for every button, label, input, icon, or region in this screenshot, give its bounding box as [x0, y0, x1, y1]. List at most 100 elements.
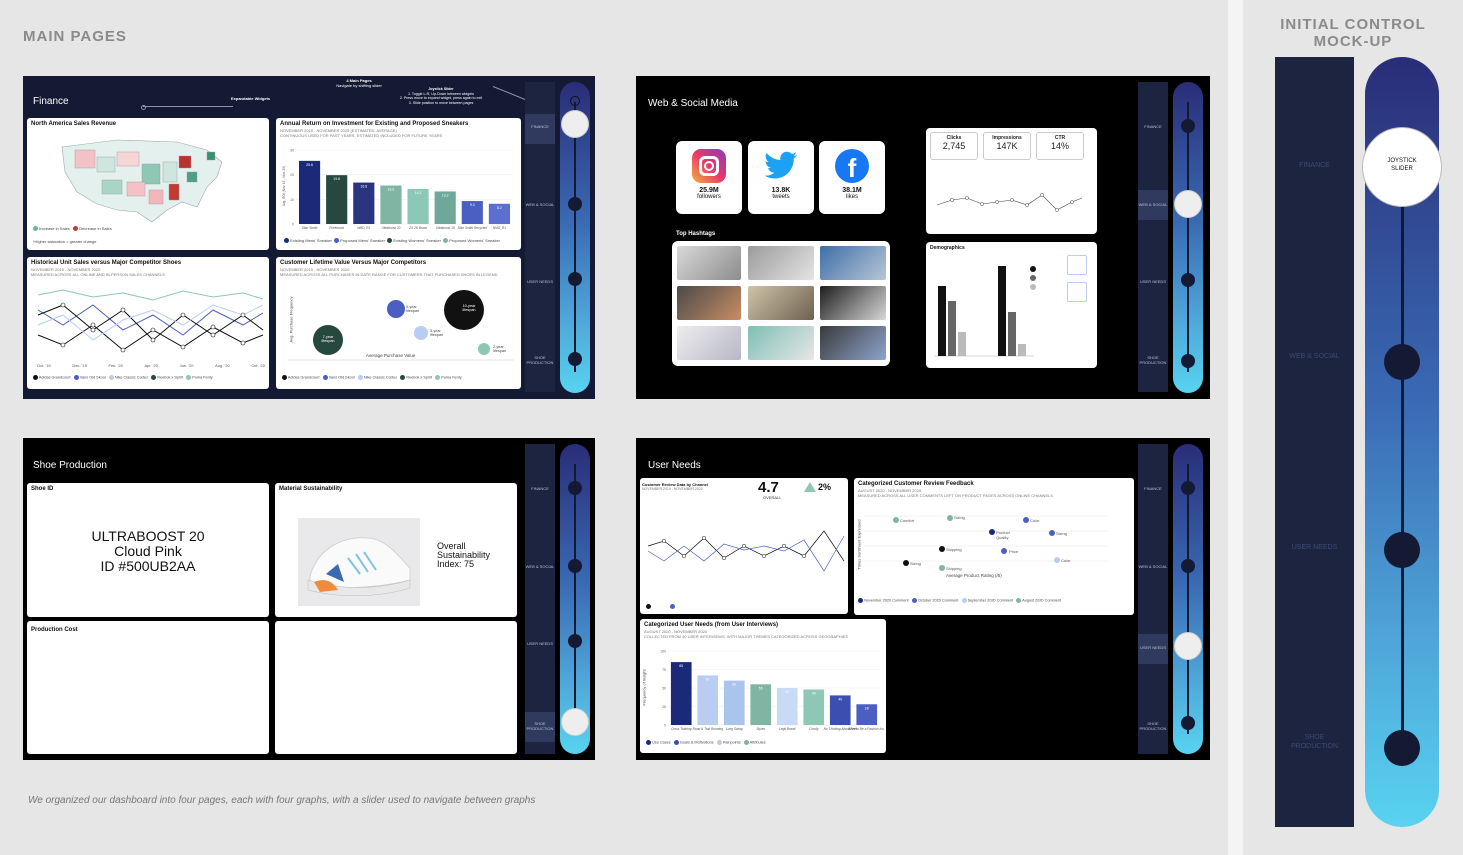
joystick-slider[interactable]	[560, 82, 590, 393]
hashtag-photo[interactable]	[820, 246, 886, 280]
y-tick-label: 100	[660, 650, 666, 654]
bar[interactable]	[697, 675, 719, 725]
nav-shoe-production[interactable]: SHOE PRODUCTION	[525, 721, 555, 731]
point-label: Price	[1009, 549, 1019, 554]
slider-knob[interactable]	[561, 110, 589, 138]
slider-stop[interactable]	[568, 352, 582, 366]
nav-user-needs[interactable]: USER NEEDS	[525, 641, 555, 646]
nav-user-needs[interactable]: USER NEEDS	[1138, 279, 1168, 284]
slider-stop[interactable]	[1181, 716, 1195, 730]
bar[interactable]	[298, 160, 321, 224]
legend-label: Proposed Mens' Sneaker	[340, 238, 385, 243]
sustainability-widget[interactable]: Material Sustainability Overall Sustaina…	[275, 483, 517, 617]
slider-stop[interactable]	[1384, 730, 1420, 766]
nav-finance[interactable]: FINANCE	[525, 124, 555, 129]
map-widget[interactable]: North America Sales Revenue Increase in …	[27, 118, 269, 250]
nav-user-needs[interactable]: USER NEEDS	[525, 279, 555, 284]
hashtag-photo[interactable]	[677, 286, 741, 320]
hashtag-photo[interactable]	[677, 246, 741, 280]
slider-stop[interactable]	[568, 634, 582, 648]
legend-label: Existing Womens' Sneaker	[393, 238, 441, 243]
user-needs-widget[interactable]: Categorized User Needs (from User Interv…	[640, 619, 886, 753]
facebook-tile[interactable]: f 38.1M likes	[819, 141, 885, 214]
category-label: Styles	[756, 727, 765, 731]
x-tick: Feb. '20	[108, 363, 123, 368]
slider-stop[interactable]	[568, 272, 582, 286]
shoe-id-widget[interactable]: Shoe ID ULTRABOOST 20 Cloud Pink ID #500…	[27, 483, 269, 617]
mockup-nav-finance[interactable]: FINANCE	[1275, 161, 1354, 170]
slider-stop[interactable]	[1181, 273, 1195, 287]
slider-stop[interactable]	[568, 559, 582, 573]
hashtag-photo[interactable]	[748, 326, 814, 360]
slider-stop[interactable]	[1181, 559, 1195, 573]
bar[interactable]	[750, 684, 772, 725]
nav-web-social[interactable]: WEB & SOCIAL	[525, 202, 555, 207]
rating-up-icon	[804, 482, 816, 492]
mockup-slider-knob[interactable]: JOYSTICK SLIDER	[1362, 127, 1442, 207]
roi-widget[interactable]: Annual Return on Investment for Existing…	[276, 118, 521, 250]
bar[interactable]	[670, 662, 692, 725]
nav-shoe-production[interactable]: SHOE PRODUCTION	[525, 355, 555, 365]
bar[interactable]	[353, 182, 375, 224]
nav-finance[interactable]: FINANCE	[525, 486, 555, 491]
demographics-widget[interactable]: Demographics	[926, 242, 1097, 368]
bar-value-label: 25.6	[306, 163, 313, 167]
slider-stop[interactable]	[1384, 532, 1420, 568]
instagram-tile[interactable]: 25.9M followers	[676, 141, 742, 214]
nav-shoe-production[interactable]: SHOE PRODUCTION	[1138, 721, 1168, 731]
category-label: Comfy	[809, 727, 819, 731]
historical-widget[interactable]: Historical Unit Sales versus Major Compe…	[27, 257, 269, 389]
production-cost-widget[interactable]: Production Cost	[27, 621, 269, 754]
hashtag-photo[interactable]	[820, 326, 886, 360]
nav-user-needs[interactable]: USER NEEDS	[1138, 645, 1168, 650]
bubble-label: 10-year lifespan	[462, 304, 476, 312]
feedback-widget[interactable]: Categorized Customer Review Feedback AUG…	[854, 478, 1134, 615]
slider-stop[interactable]	[568, 197, 582, 211]
nav-web-social[interactable]: WEB & SOCIAL	[1138, 202, 1168, 207]
mockup-nav-shoe-production[interactable]: SHOE PRODUCTION	[1275, 733, 1354, 751]
twitter-value: 13.8K	[771, 187, 791, 194]
slider-knob[interactable]	[1174, 632, 1202, 660]
hashtag-photo[interactable]	[748, 246, 814, 280]
slider-stop[interactable]	[1384, 344, 1420, 380]
twitter-tile[interactable]: 13.8K tweets	[748, 141, 814, 214]
legend-label: Adidas Grandcourt	[287, 375, 320, 380]
kpi-value: 2,745	[942, 141, 966, 151]
slider-knob[interactable]	[561, 708, 589, 736]
empty-widget[interactable]	[275, 621, 517, 754]
mockup-title: INITIAL CONTROL MOCK-UP	[1243, 16, 1463, 50]
nav-shoe-production[interactable]: SHOE PRODUCTION	[1138, 355, 1168, 365]
nav-web-social[interactable]: WEB & SOCIAL	[1138, 564, 1168, 569]
legend-swatch	[284, 238, 289, 244]
slider-stop[interactable]	[568, 481, 582, 495]
review-widget[interactable]: Customer Review Data by Channel NOVEMBER…	[640, 478, 848, 614]
kpi-widget[interactable]: Clicks 2,745 Impressions 147K CTR 14%	[926, 128, 1097, 234]
legend-swatch	[716, 740, 722, 745]
joystick-slider[interactable]	[560, 444, 590, 754]
joystick-slider[interactable]	[1173, 82, 1203, 393]
mockup-nav-user-needs[interactable]: USER NEEDS	[1275, 543, 1354, 552]
point-label: Sizing	[910, 561, 921, 566]
mockup-joystick-slider[interactable]: JOYSTICK SLIDER	[1362, 57, 1442, 827]
slider-stop[interactable]	[1181, 354, 1195, 368]
nav-web-social[interactable]: WEB & SOCIAL	[525, 564, 555, 569]
bar[interactable]	[723, 680, 745, 725]
legend-label: August 2020 Comment	[1022, 598, 1062, 603]
clv-title: Customer Lifetime Value Versus Major Com…	[280, 260, 427, 266]
slider-stop[interactable]	[1181, 119, 1195, 133]
clv-widget[interactable]: Customer Lifetime Value Versus Major Com…	[276, 257, 521, 389]
nav-finance[interactable]: FINANCE	[1138, 124, 1168, 129]
filter-button[interactable]	[1067, 255, 1087, 275]
slider-stop[interactable]	[1181, 481, 1195, 495]
filter-button[interactable]	[1067, 282, 1087, 302]
bar[interactable]	[326, 175, 348, 224]
nav-finance[interactable]: FINANCE	[1138, 486, 1168, 491]
hashtags-widget[interactable]	[672, 241, 890, 366]
shoe-id-title: Shoe ID	[31, 486, 54, 492]
hashtag-photo[interactable]	[820, 286, 886, 320]
hashtag-photo[interactable]	[677, 326, 741, 360]
hashtag-photo[interactable]	[748, 286, 814, 320]
mockup-nav-web-social[interactable]: WEB & SOCIAL	[1275, 352, 1354, 361]
joystick-slider[interactable]	[1173, 444, 1203, 754]
slider-knob[interactable]	[1174, 190, 1202, 218]
